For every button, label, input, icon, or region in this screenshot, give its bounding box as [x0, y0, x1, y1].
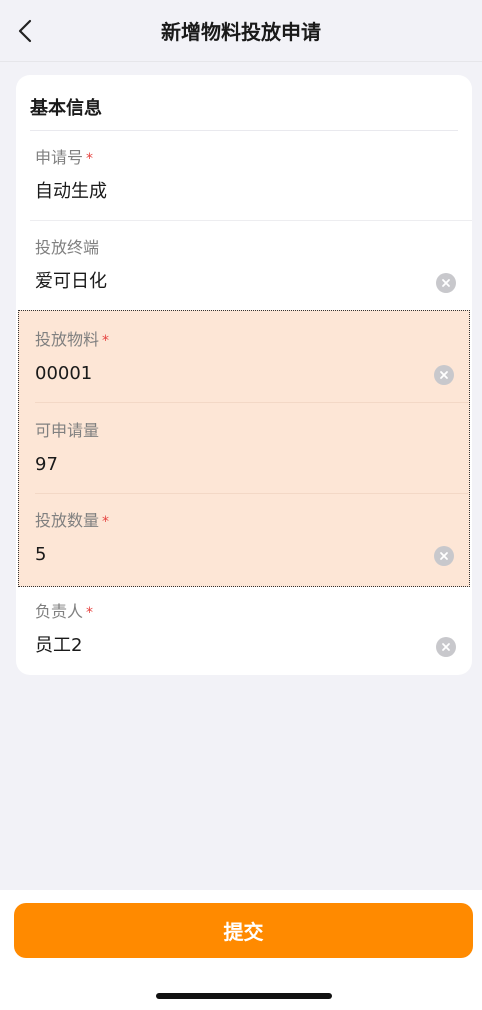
- available-qty-field: 可申请量 97: [19, 404, 468, 494]
- required-mark: *: [86, 151, 94, 167]
- owner-value[interactable]: 员工2: [35, 633, 82, 659]
- divider: [35, 402, 468, 403]
- terminal-value[interactable]: 爱可日化: [35, 269, 107, 295]
- field-label: 投放数量 *: [35, 511, 110, 530]
- field-label: 投放终端: [35, 238, 100, 257]
- application-no-value: 自动生成: [35, 181, 107, 202]
- section-title: 基本信息: [30, 98, 102, 119]
- terminal-field[interactable]: 投放终端 爱可日化: [16, 221, 472, 311]
- available-qty-value: 97: [35, 454, 58, 475]
- material-field[interactable]: 投放物料 * 00001: [19, 313, 468, 403]
- field-label: 投放物料 *: [35, 330, 110, 349]
- material-group-highlight: 投放物料 * 00001 可申请量 97 投放数量 * 5: [18, 310, 470, 587]
- submit-button[interactable]: 提交: [14, 903, 473, 958]
- bottom-bar: 提交: [0, 890, 482, 1010]
- field-label: 可申请量: [35, 421, 100, 440]
- quantity-value[interactable]: 5: [35, 542, 46, 568]
- application-no-field: 申请号 * 自动生成: [16, 131, 472, 221]
- home-indicator: [156, 993, 332, 999]
- quantity-field[interactable]: 投放数量 * 5: [19, 494, 468, 584]
- clear-icon[interactable]: [436, 637, 456, 657]
- required-mark: *: [86, 605, 94, 621]
- material-value[interactable]: 00001: [35, 361, 92, 387]
- field-label: 负责人 *: [35, 602, 94, 621]
- clear-icon[interactable]: [434, 365, 454, 385]
- required-mark: *: [102, 333, 110, 349]
- clear-icon[interactable]: [434, 546, 454, 566]
- nav-bar: 新增物料投放申请: [0, 0, 482, 62]
- page-title: 新增物料投放申请: [161, 20, 321, 44]
- required-mark: *: [102, 514, 110, 530]
- owner-field[interactable]: 负责人 * 员工2: [16, 585, 472, 675]
- clear-icon[interactable]: [436, 273, 456, 293]
- field-label: 申请号 *: [35, 148, 94, 167]
